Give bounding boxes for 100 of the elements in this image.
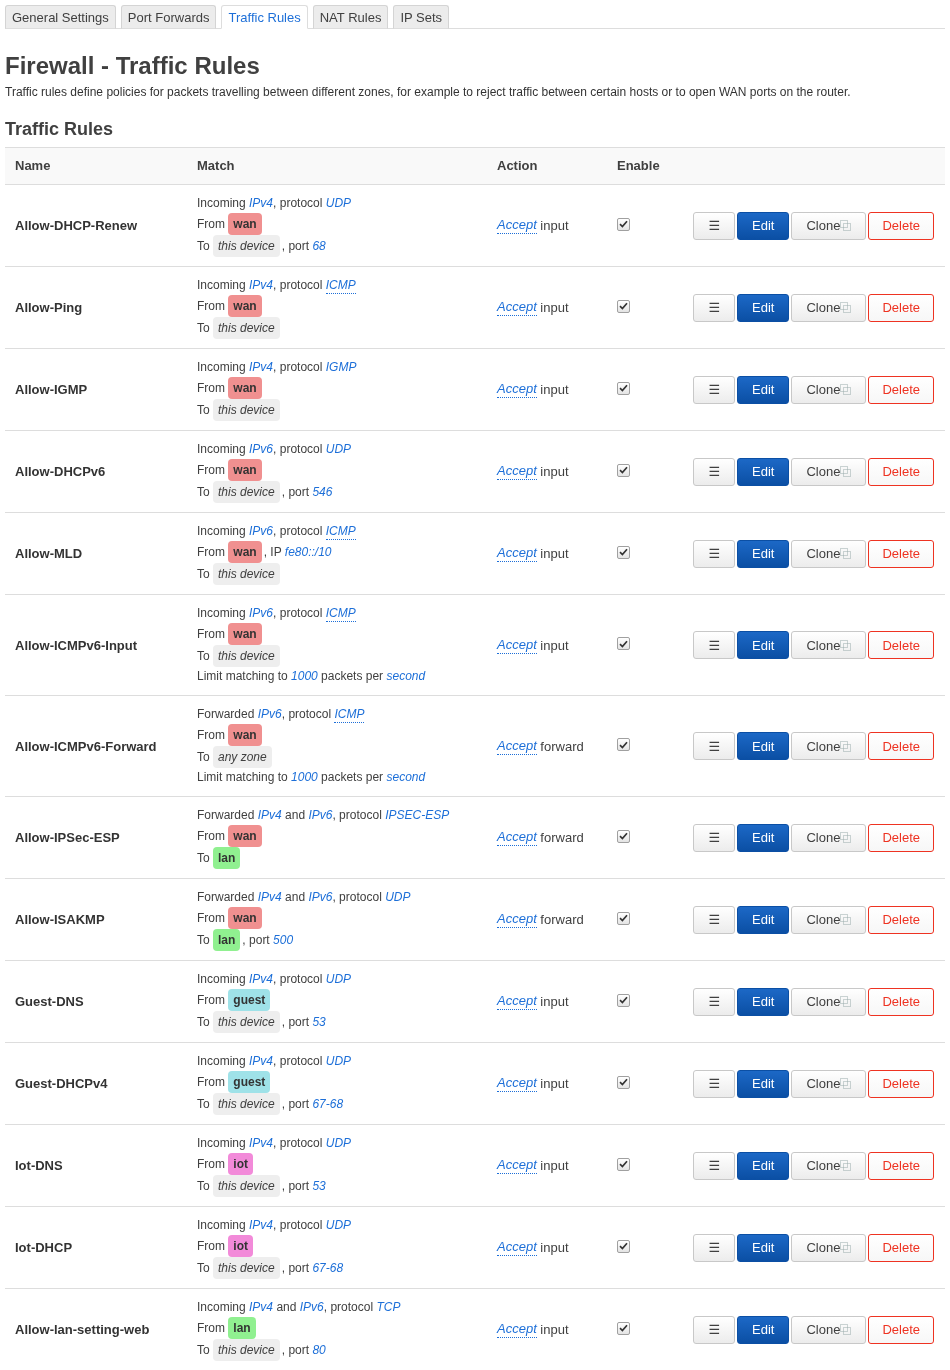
clone-button[interactable]: Clone [791,1151,867,1180]
match-text: To [197,1259,211,1277]
edit-button[interactable]: Edit [737,293,790,322]
delete-button[interactable]: Delete [868,293,934,322]
enable-checkbox[interactable] [617,545,630,559]
enable-checkbox[interactable] [617,738,630,751]
match-text: , port [281,1013,311,1031]
clone-button[interactable]: Clone [791,732,867,760]
device-badge: this device [213,1093,280,1115]
edit-button[interactable]: Edit [737,987,790,1016]
match-value: TCP [376,1299,401,1316]
edit-button[interactable]: Edit [737,539,790,568]
tab[interactable]: Port Forwards [120,5,217,29]
menu-button[interactable]: ☰ [693,732,736,760]
delete-button[interactable]: Delete [868,375,934,404]
delete-button[interactable]: Delete [868,987,934,1016]
menu-button[interactable]: ☰ [693,631,736,659]
enable-checkbox[interactable] [617,299,630,313]
clone-button[interactable]: Clone [791,211,867,240]
match-text: To [197,1095,211,1113]
clone-button[interactable]: Clone [791,457,867,486]
dotted-squares-icon [840,832,852,843]
enable-checkbox[interactable] [617,217,630,231]
enable-checkbox[interactable] [617,1239,630,1253]
match-text: To [197,565,211,583]
device-badge: this device [213,1339,280,1361]
menu-button[interactable]: ☰ [693,1315,736,1344]
enable-checkbox[interactable] [617,1321,630,1335]
clone-button[interactable]: Clone [791,1233,867,1262]
delete-button[interactable]: Delete [868,1069,934,1098]
delete-button[interactable]: Delete [868,1315,934,1344]
action-target: input [539,1321,569,1338]
match-text: , port [281,237,311,255]
delete-button[interactable]: Delete [868,631,934,659]
match-value: 546 [312,483,333,501]
enable-checkbox[interactable] [617,829,630,843]
edit-button[interactable]: Edit [737,1233,790,1262]
enable-checkbox[interactable] [617,911,630,925]
delete-button[interactable]: Delete [868,732,934,760]
match-value: ICMP [325,277,356,294]
clone-button[interactable]: Clone [791,631,867,659]
menu-button[interactable]: ☰ [693,1233,736,1262]
delete-button[interactable]: Delete [868,1233,934,1262]
tab[interactable]: IP Sets [393,5,450,29]
tab[interactable]: Traffic Rules [221,5,308,29]
menu-button[interactable]: ☰ [693,1151,736,1180]
delete-button[interactable]: Delete [868,539,934,568]
tab[interactable]: NAT Rules [312,5,389,29]
clone-button[interactable]: Clone [791,1315,867,1344]
edit-button[interactable]: Edit [737,1151,790,1180]
edit-button[interactable]: Edit [737,732,790,760]
clone-button[interactable]: Clone [791,905,867,934]
action-target: input [539,636,569,654]
action-target: input [539,299,569,316]
clone-button[interactable]: Clone [791,539,867,568]
menu-button[interactable]: ☰ [693,539,736,568]
delete-button[interactable]: Delete [868,211,934,240]
edit-button[interactable]: Edit [737,1069,790,1098]
enable-checkbox[interactable] [617,637,630,650]
match-text: From [197,215,226,233]
edit-button[interactable]: Edit [737,905,790,934]
edit-button[interactable]: Edit [737,457,790,486]
enable-checkbox[interactable] [617,1157,630,1171]
action-verb: Accept [497,636,537,654]
match-value: IPv6 [299,1299,324,1316]
menu-button[interactable]: ☰ [693,293,736,322]
match-text: To [197,1177,211,1195]
edit-button[interactable]: Edit [737,823,790,852]
edit-button[interactable]: Edit [737,211,790,240]
menu-button[interactable]: ☰ [693,823,736,852]
match-value: 80 [312,1341,326,1359]
clone-button[interactable]: Clone [791,823,867,852]
edit-button[interactable]: Edit [737,375,790,404]
match-text: and [275,1299,298,1316]
delete-button[interactable]: Delete [868,1151,934,1180]
enable-checkbox[interactable] [617,381,630,395]
match-text: Incoming [197,359,247,376]
menu-button[interactable]: ☰ [693,375,736,404]
action-verb: Accept [497,217,537,234]
menu-button[interactable]: ☰ [693,905,736,934]
clone-button[interactable]: Clone [791,1069,867,1098]
menu-button[interactable]: ☰ [693,211,736,240]
match-text: From [197,1155,226,1173]
edit-button[interactable]: Edit [737,631,790,659]
delete-button[interactable]: Delete [868,823,934,852]
delete-button[interactable]: Delete [868,905,934,934]
enable-checkbox[interactable] [617,463,630,477]
clone-button[interactable]: Clone [791,375,867,404]
enable-checkbox[interactable] [617,1075,630,1089]
menu-button[interactable]: ☰ [693,987,736,1016]
clone-button[interactable]: Clone [791,293,867,322]
match-value: UDP [325,441,352,458]
delete-button[interactable]: Delete [868,457,934,486]
edit-button[interactable]: Edit [737,1315,790,1344]
rule-name: Allow-IPSec-ESP [14,830,121,845]
menu-button[interactable]: ☰ [693,1069,736,1098]
menu-button[interactable]: ☰ [693,457,736,486]
enable-checkbox[interactable] [617,993,630,1007]
tab[interactable]: General Settings [5,5,116,29]
clone-button[interactable]: Clone [791,987,867,1016]
